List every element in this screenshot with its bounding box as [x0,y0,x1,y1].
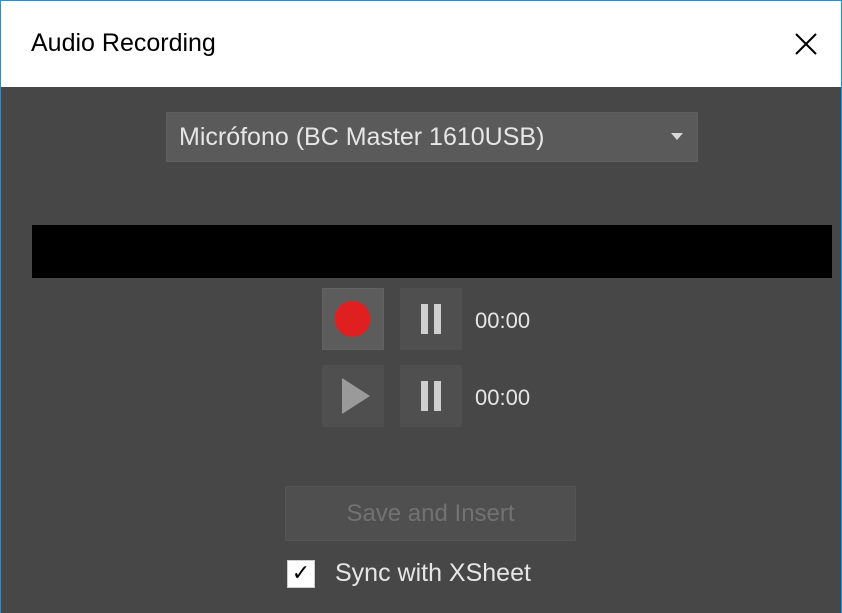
title-bar: Audio Recording [1,1,841,87]
recording-panel: Micrófono (BC Master 1610USB) 00:00 00:0… [1,87,841,613]
window-title: Audio Recording [31,29,216,57]
save-and-insert-button[interactable]: Save and Insert [285,486,576,541]
audio-recording-window: Audio Recording Micrófono (BC Master 161… [0,0,842,613]
play-button[interactable] [322,365,384,427]
pause-icon [421,381,441,411]
recording-time: 00:00 [475,308,531,333]
sync-label: Sync with XSheet [335,559,531,587]
playback-time: 00:00 [475,385,531,410]
pause-icon [421,304,441,334]
play-icon [342,378,370,414]
chevron-down-icon [671,133,683,140]
sync-with-xsheet-option[interactable]: ✓ Sync with XSheet [287,559,531,588]
close-icon [795,33,817,55]
pause-playback-button[interactable] [400,365,462,427]
pause-recording-button[interactable] [400,288,462,350]
input-device-select[interactable]: Micrófono (BC Master 1610USB) [166,112,698,162]
record-icon [335,301,371,337]
close-button[interactable] [771,1,841,87]
sync-checkbox[interactable]: ✓ [287,559,315,588]
input-device-value: Micrófono (BC Master 1610USB) [179,123,545,151]
record-button[interactable] [322,288,384,350]
audio-level-meter [32,225,832,278]
